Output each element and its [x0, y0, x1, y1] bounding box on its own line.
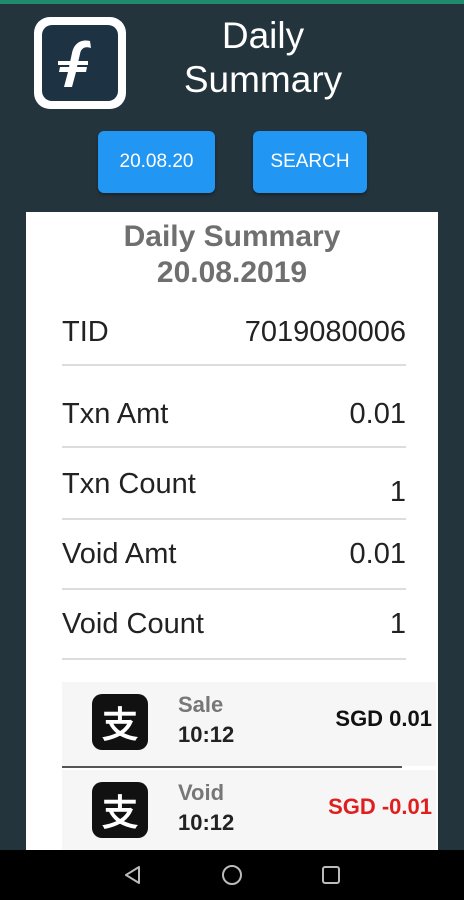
- summary-row-value: 7019080006: [244, 316, 406, 348]
- transaction-type: Sale: [178, 692, 224, 717]
- home-icon[interactable]: [219, 862, 245, 888]
- transaction-item-void[interactable]: 支 Void 10:12 SGD -0.01: [62, 770, 436, 852]
- summary-row-txn-amt: Txn Amt 0.01: [62, 378, 406, 448]
- summary-card: Daily Summary 20.08.2019 TID 7019080006 …: [26, 212, 438, 852]
- app-logo: [34, 17, 126, 109]
- date-picker-button[interactable]: 20.08.20: [98, 131, 215, 193]
- transaction-amount: SGD -0.01: [328, 794, 432, 819]
- summary-date: 20.08.2019: [156, 256, 308, 289]
- summary-row-void-count: Void Count 1: [62, 590, 406, 660]
- app-header: Daily Summary: [0, 4, 464, 122]
- summary-row-label: Txn Amt: [62, 398, 169, 430]
- page-title: Daily Summary: [183, 15, 343, 100]
- transaction-time: 10:12: [178, 722, 235, 747]
- summary-row-value: 0.01: [349, 398, 406, 430]
- summary-row-void-amt: Void Amt 0.01: [62, 520, 406, 590]
- transaction-amount: SGD 0.01: [335, 706, 432, 731]
- summary-row-label: TID: [62, 316, 109, 348]
- back-icon[interactable]: [120, 862, 146, 888]
- alipay-icon: 支: [92, 694, 148, 750]
- transaction-time: 10:12: [178, 810, 235, 835]
- system-navbar: [0, 850, 464, 900]
- summary-row-tid: TID 7019080006: [62, 308, 406, 366]
- recents-icon[interactable]: [318, 862, 344, 888]
- transaction-type: Void: [178, 780, 225, 805]
- summary-row-value: 0.01: [349, 538, 406, 570]
- summary-row-value: 1: [389, 476, 406, 508]
- transaction-item-sale[interactable]: 支 Sale 10:12 SGD 0.01: [62, 682, 436, 766]
- summary-row-label: Void Count: [62, 608, 204, 640]
- transaction-divider: [62, 766, 402, 768]
- summary-row-label: Void Amt: [62, 538, 177, 570]
- summary-title: Daily Summary: [123, 220, 341, 253]
- search-button[interactable]: SEARCH: [253, 131, 367, 193]
- fave-logo-icon: [42, 25, 118, 101]
- alipay-icon: 支: [92, 782, 148, 838]
- summary-row-label: Txn Count: [62, 468, 196, 500]
- summary-row-value: 1: [389, 608, 406, 640]
- summary-row-txn-count: Txn Count 1: [62, 448, 406, 520]
